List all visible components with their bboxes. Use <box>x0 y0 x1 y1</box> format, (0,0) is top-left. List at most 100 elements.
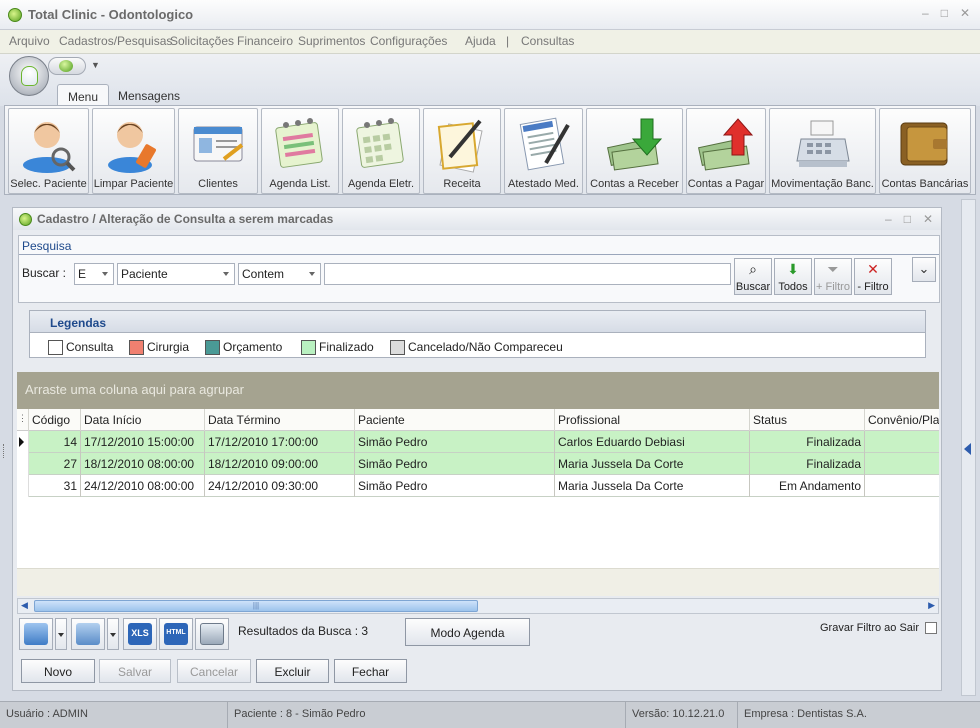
column-data-inicio[interactable]: Data Início <box>81 409 205 431</box>
scroll-left-icon[interactable]: ◀ <box>21 600 28 611</box>
legend-label: Consulta <box>66 340 114 354</box>
tab-mensagens[interactable]: Mensagens <box>108 84 190 106</box>
column-paciente[interactable]: Paciente <box>355 409 555 431</box>
table-row[interactable]: 31 24/12/2010 08:00:00 24/12/2010 09:30:… <box>17 475 939 497</box>
menu-ajuda[interactable]: Ajuda <box>465 34 496 48</box>
column-chooser-icon[interactable]: ⋮⋮ <box>17 409 29 431</box>
receita-label: Receita <box>443 178 481 190</box>
filter-edit-button[interactable] <box>71 618 105 650</box>
scroll-right-icon[interactable]: ▶ <box>928 600 935 611</box>
funnel-edit-icon <box>76 623 100 645</box>
agenda-list-button[interactable]: Agenda List. <box>261 108 339 194</box>
menu-financeiro[interactable]: Financeiro <box>237 34 293 48</box>
modo-agenda-button[interactable]: Modo Agenda <box>405 618 530 646</box>
condition-value: Contem <box>242 267 285 281</box>
column-data-termino[interactable]: Data Término <box>205 409 355 431</box>
cell-convenio <box>865 475 939 497</box>
close-button[interactable]: ✕ <box>960 6 970 20</box>
cell-data-inicio: 18/12/2010 08:00:00 <box>81 453 205 475</box>
movimentacao-banc-button[interactable]: Movimentação Banc. <box>769 108 876 194</box>
condition-select[interactable]: Contem <box>238 263 321 285</box>
funnel-add-icon: ⏷ <box>827 261 839 277</box>
salvar-button[interactable]: Salvar <box>99 659 171 683</box>
quick-access-dropdown-icon[interactable]: ▼ <box>91 60 100 70</box>
cell-profissional: Carlos Eduardo Debiasi <box>555 431 750 453</box>
remove-filtro-button[interactable]: ✕ - Filtro <box>854 258 892 295</box>
menu-suprimentos[interactable]: Suprimentos <box>298 34 365 48</box>
table-row[interactable]: 27 18/12/2010 08:00:00 18/12/2010 09:00:… <box>17 453 939 475</box>
grid-footer <box>17 568 939 596</box>
column-profissional[interactable]: Profissional <box>555 409 750 431</box>
add-filtro-button[interactable]: ⏷ + Filtro <box>814 258 852 295</box>
menu-consultas[interactable]: Consultas <box>521 34 574 48</box>
selec-paciente-button[interactable]: Selec. Paciente <box>8 108 89 194</box>
cancelar-button[interactable]: Cancelar <box>177 659 251 683</box>
child-maximize-button[interactable]: □ <box>904 212 911 226</box>
field-select[interactable]: Paciente <box>117 263 235 285</box>
filter-save-dropdown[interactable] <box>55 618 67 650</box>
child-minimize-button[interactable]: – <box>885 212 892 226</box>
column-convenio[interactable]: Convênio/Pla <box>865 409 939 431</box>
legend-title: Legendas <box>50 316 107 330</box>
buscar-button[interactable]: ⌕ Buscar <box>734 258 772 295</box>
remove-filtro-label: - Filtro <box>857 281 889 293</box>
novo-button[interactable]: Novo <box>21 659 95 683</box>
agenda-eletr-button[interactable]: Agenda Eletr. <box>342 108 420 194</box>
gravar-filtro-checkbox[interactable] <box>925 622 937 634</box>
clientes-button[interactable]: Clientes <box>178 108 258 194</box>
contas-pagar-button[interactable]: Contas a Pagar <box>686 108 766 194</box>
horizontal-scrollbar[interactable]: ◀ ||| ▶ <box>17 598 939 614</box>
maximize-button[interactable]: □ <box>941 6 948 20</box>
filter-save-button[interactable] <box>19 618 53 650</box>
menu-solicitacoes[interactable]: Solicitações <box>170 34 234 48</box>
vertical-scrollbar[interactable] <box>961 199 976 696</box>
limpar-paciente-button[interactable]: Limpar Paciente <box>92 108 175 194</box>
application-menu-button[interactable] <box>9 56 49 96</box>
chevron-down-icon <box>58 633 64 637</box>
current-row-arrow-icon <box>19 437 24 447</box>
export-html-button[interactable]: HTML <box>159 618 193 650</box>
clientes-label: Clientes <box>198 178 238 190</box>
tab-menu[interactable]: Menu <box>57 84 110 106</box>
search-group-label: Pesquisa <box>22 239 72 253</box>
scrollbar-thumb[interactable]: ||| <box>34 600 478 612</box>
atestado-med-button[interactable]: Atestado Med. <box>504 108 583 194</box>
menu-configuracoes[interactable]: Configurações <box>370 34 447 48</box>
expand-search-button[interactable]: ⌄ <box>912 257 936 282</box>
search-input[interactable] <box>324 263 731 285</box>
minimize-button[interactable]: – <box>922 6 929 20</box>
table-row[interactable]: 14 17/12/2010 15:00:00 17/12/2010 17:00:… <box>17 431 939 453</box>
money-out-icon <box>698 118 754 171</box>
column-codigo[interactable]: Código <box>29 409 81 431</box>
fechar-button[interactable]: Fechar <box>334 659 407 683</box>
legend-label: Cirurgia <box>147 340 190 354</box>
row-indicator <box>17 475 29 497</box>
todos-button[interactable]: ⬇ Todos <box>774 258 812 295</box>
menu-cadastros[interactable]: Cadastros/Pesquisas <box>59 34 172 48</box>
group-by-area[interactable]: Arraste uma coluna aqui para agrupar <box>17 372 939 409</box>
menu-bar: Arquivo Cadastros/Pesquisas Solicitações… <box>0 30 980 54</box>
xls-icon: XLS <box>128 623 152 645</box>
status-usuario: Usuário : ADMIN <box>0 702 228 728</box>
contas-bancarias-label: Contas Bancárias <box>881 178 969 190</box>
splitter-grip[interactable] <box>3 444 6 458</box>
quick-access-button[interactable] <box>48 57 86 75</box>
contas-receber-button[interactable]: Contas a Receber <box>586 108 683 194</box>
chevron-down-icon <box>223 272 229 276</box>
filter-edit-dropdown[interactable] <box>107 618 119 650</box>
grid-header: ⋮⋮ Código Data Início Data Término Pacie… <box>17 409 939 431</box>
menu-arquivo[interactable]: Arquivo <box>9 34 50 48</box>
prescription-pen-icon <box>437 119 483 173</box>
scroll-left-arrow-icon[interactable] <box>964 443 971 455</box>
export-xls-button[interactable]: XLS <box>123 618 157 650</box>
contas-bancarias-button[interactable]: Contas Bancárias <box>879 108 971 194</box>
operator-select[interactable]: E <box>74 263 114 285</box>
print-button[interactable] <box>195 618 229 650</box>
column-status[interactable]: Status <box>750 409 865 431</box>
cell-profissional: Maria Jussela Da Corte <box>555 475 750 497</box>
cell-profissional: Maria Jussela Da Corte <box>555 453 750 475</box>
receita-button[interactable]: Receita <box>423 108 501 194</box>
child-close-button[interactable]: ✕ <box>923 212 933 226</box>
movimentacao-banc-label: Movimentação Banc. <box>771 178 874 190</box>
excluir-button[interactable]: Excluir <box>256 659 329 683</box>
